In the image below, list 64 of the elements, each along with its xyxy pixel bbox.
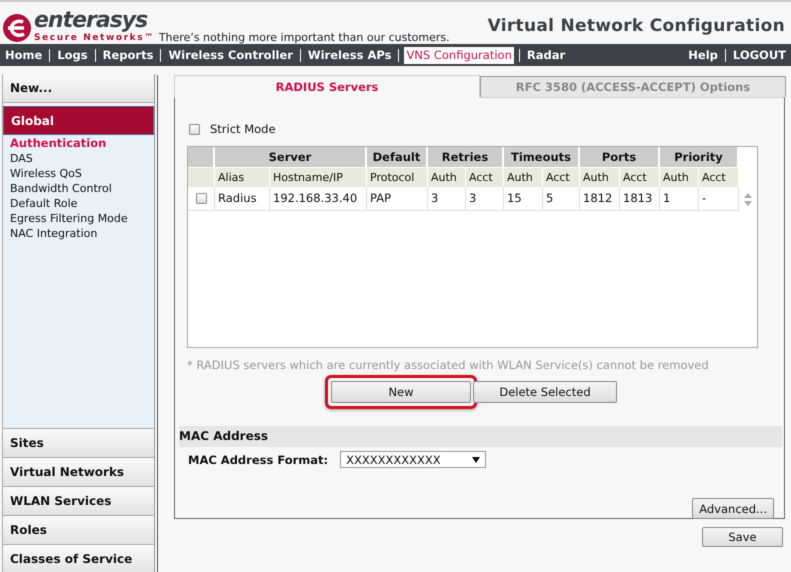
sidebar-item[interactable]: NAC Integration [10, 226, 154, 241]
checkbox[interactable] [196, 193, 206, 204]
brand-name: enterasys [34, 9, 148, 33]
column-header: Alias [215, 167, 270, 187]
table-cell: PAP [367, 187, 428, 211]
scroll-up-icon[interactable] [744, 192, 752, 198]
delete-button[interactable]: Delete Selected [473, 381, 617, 403]
table-cell: 3 [428, 187, 466, 211]
nav-link[interactable]: Wireless Controller [166, 46, 295, 64]
page-title: Virtual Network Configuration [488, 16, 785, 38]
column-group-header: Ports [580, 147, 660, 167]
save-button[interactable]: Save [702, 527, 783, 547]
tab[interactable]: RADIUS Servers [174, 75, 480, 98]
column-group-header: Default [367, 147, 428, 167]
table-cell: 192.168.33.40 [270, 187, 367, 211]
sidebar-item[interactable]: Authentication [10, 136, 154, 151]
column-group-header: Server [215, 147, 367, 167]
caret-icon [472, 456, 480, 462]
checkbox[interactable] [189, 124, 200, 134]
advanced-button[interactable]: Advanced... [692, 498, 774, 519]
footnote: * RADIUS servers which are currently associated with WLAN Service(s) cannot be removed [187, 358, 710, 372]
column-header: Acct [620, 167, 660, 187]
nav-link[interactable]: Wireless APs [306, 46, 394, 64]
field-label: MAC Address Format: [188, 452, 328, 466]
scroll-down-icon[interactable] [744, 200, 752, 206]
table-cell: 1812 [580, 187, 620, 211]
nav-link[interactable]: Help [686, 46, 720, 64]
column-group-header: Priority [660, 147, 739, 167]
new-button[interactable]: New [331, 381, 471, 403]
sidebar-item[interactable]: Default Role [10, 196, 154, 211]
column-group-header: Retries [428, 147, 504, 167]
column-group-header: Timeouts [504, 147, 580, 167]
table-cell: 15 [504, 187, 543, 211]
sidebar-item[interactable]: Wireless QoS [10, 166, 154, 181]
sidebar-item[interactable]: DAS [10, 151, 154, 166]
column-header: Acct [466, 167, 504, 187]
column-header: Hostname/IP [270, 167, 367, 187]
brand-subtitle: Secure Networks™ [34, 33, 155, 43]
table-cell: 5 [543, 187, 580, 211]
column-header: Auth [660, 167, 699, 187]
table-cell: - [699, 187, 739, 211]
column-header: Acct [699, 167, 739, 187]
column-header: Auth [580, 167, 620, 187]
nav-link[interactable]: LOGOUT [730, 46, 788, 64]
table-cell: Radius [215, 187, 270, 211]
section-heading: MAC Address [179, 426, 782, 447]
column-header: Auth [428, 167, 466, 187]
column-header: Auth [504, 167, 543, 187]
nav-link[interactable]: Reports [100, 46, 156, 64]
table-cell: 1813 [620, 187, 660, 211]
table-cell: 1 [660, 187, 699, 211]
sidebar-item[interactable]: Bandwidth Control [10, 181, 154, 196]
table-cell: 3 [466, 187, 504, 211]
nav-link[interactable]: Logs [55, 46, 90, 64]
format-dropdown[interactable]: XXXXXXXXXXXX [340, 451, 486, 468]
column-header: Acct [543, 167, 580, 187]
nav-link[interactable]: Radar [524, 46, 568, 64]
column-header: Protocol [367, 167, 428, 187]
nav-link[interactable]: VNS Configuration [404, 46, 514, 64]
checkbox-label: Strict Mode [210, 122, 276, 136]
nav-link[interactable]: Home [3, 46, 44, 64]
tagline: There’s nothing more important than our customers. [158, 31, 450, 44]
sidebar-item[interactable]: Egress Filtering Mode [10, 211, 154, 226]
sidebar-section[interactable]: Global [3, 106, 154, 135]
